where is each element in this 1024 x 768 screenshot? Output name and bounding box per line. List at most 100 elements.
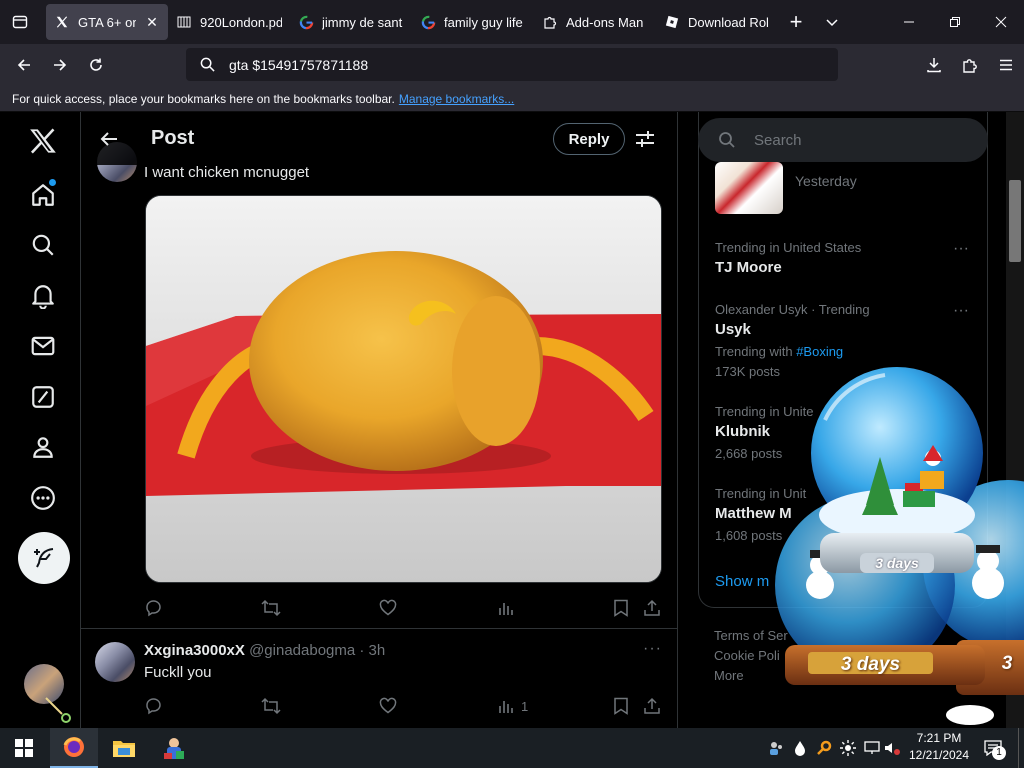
views-action[interactable]: 1 [497,696,528,716]
post-image[interactable] [145,195,662,583]
trend-thumbnail[interactable] [715,162,783,214]
trend-more-button[interactable]: ··· [953,240,969,258]
tab-roblox[interactable]: Download Rol [656,4,778,40]
search-box[interactable]: Search [698,118,988,162]
back-button[interactable] [6,47,42,83]
navigation-bar: gta $15491757871188 [0,44,1024,86]
trend-trending-with: Trending with #Boxing [715,344,843,359]
tray-sun-icon[interactable] [836,728,860,768]
list-all-tabs-button[interactable] [814,4,850,40]
tab-addons[interactable]: Add-ons Man [534,4,656,40]
share-action[interactable] [643,696,661,716]
downloads-button[interactable] [916,44,952,86]
share-action[interactable] [643,598,661,618]
share-icon [644,697,660,714]
reply-button[interactable]: Reply [553,123,625,155]
reply-settings-button[interactable] [631,126,659,152]
tab-title: GTA 6+ on [78,14,136,30]
tray-people-icon[interactable] [764,728,788,768]
bookmark-action[interactable] [613,696,629,716]
tray-volume-icon[interactable] [880,728,904,768]
bookmark-action[interactable] [613,598,629,618]
like-action[interactable] [379,598,397,618]
show-desktop-button[interactable] [1018,728,1024,768]
start-button[interactable] [0,728,48,768]
url-text[interactable]: gta $15491757871188 [229,57,368,73]
tab-title: Download Rol [688,14,769,30]
sliders-icon [636,131,654,147]
taskbar-app[interactable] [150,728,198,768]
bar-chart-icon [499,603,513,615]
arrow-right-icon [54,59,67,71]
tab-gta[interactable]: GTA 6+ on ✕ [46,4,168,40]
reply-avatar[interactable] [95,642,135,682]
footer-link[interactable]: More [714,668,744,683]
trend-name[interactable]: Usyk [715,321,751,338]
trend-context: Trending in United States [715,240,862,255]
trend-more-button[interactable]: ··· [953,302,969,320]
minimize-button[interactable] [886,0,932,44]
nav-explore[interactable] [18,220,68,270]
repost-action[interactable] [261,696,281,716]
reply-time[interactable]: · 3h [359,642,385,659]
grok-icon [32,386,54,408]
compose-post-button[interactable] [18,532,70,584]
back-to-feed-button[interactable] [95,125,123,153]
taskbar-file-explorer[interactable] [100,728,148,768]
app-menu-button[interactable] [988,44,1024,86]
snow-globe-countdown-gadget[interactable]: 3 days 3 days 3 [770,365,1024,725]
hashtag-link[interactable]: #Boxing [796,344,843,359]
x-logo-icon [30,128,56,154]
restore-button[interactable] [932,0,978,44]
close-tab-icon[interactable]: ✕ [144,14,160,31]
reload-button[interactable] [78,47,114,83]
cursor-wand-icon [45,697,71,723]
bar-chart-icon [499,701,513,713]
tab-jimmy[interactable]: jimmy de sant [290,4,412,40]
tab-920london[interactable]: 920London.pd [168,4,290,40]
nav-messages[interactable] [18,321,68,371]
people-icon [770,742,782,755]
notification-count-badge: 1 [992,746,1006,760]
taskbar-clock[interactable]: 7:21 PM 12/21/2024 [904,730,974,764]
nav-grok[interactable] [18,372,68,422]
show-more-link[interactable]: Show m [715,573,769,590]
nav-notifications[interactable] [18,271,68,321]
countdown-label: 3 days [840,654,901,675]
taskbar-firefox[interactable] [50,728,98,768]
tray-drop-icon[interactable] [788,728,812,768]
close-window-button[interactable] [978,0,1024,44]
repost-action[interactable] [261,598,281,618]
speaker-muted-icon [885,743,900,755]
like-action[interactable] [379,696,397,716]
nav-home[interactable] [18,170,68,220]
extensions-button[interactable] [952,44,988,86]
manage-bookmarks-link[interactable]: Manage bookmarks... [399,92,514,106]
nav-profile[interactable] [18,422,68,472]
reply-more-button[interactable]: ··· [643,640,662,658]
nugget-photo [146,196,661,582]
tray-key-icon[interactable] [812,728,836,768]
firefox-view-button[interactable] [0,0,40,44]
windows-logo-icon [15,739,33,757]
reply-username[interactable]: Xxgina3000xX [144,642,245,659]
tab-family-guy[interactable]: family guy life [412,4,534,40]
countdown-label: 3 [1001,653,1013,674]
views-action[interactable] [497,598,515,618]
reply-handle[interactable]: @ginadabogma [249,642,355,659]
trend-name[interactable]: TJ Moore [715,259,782,276]
forward-button[interactable] [42,47,78,83]
trend-name[interactable]: Klubnik [715,423,770,440]
x-home-logo[interactable] [18,116,68,166]
reply-action[interactable] [145,598,163,618]
new-tab-button[interactable]: + [778,4,814,40]
google-g-icon [298,14,314,30]
reply-actions: 1 [145,696,665,716]
repost-icon [261,599,281,617]
url-bar[interactable]: gta $15491757871188 [186,48,838,81]
nav-more[interactable] [18,473,68,523]
share-icon [644,599,660,616]
reply-action[interactable] [145,696,163,716]
scrollbar-thumb[interactable] [1009,180,1021,262]
notification-dot [49,179,56,186]
